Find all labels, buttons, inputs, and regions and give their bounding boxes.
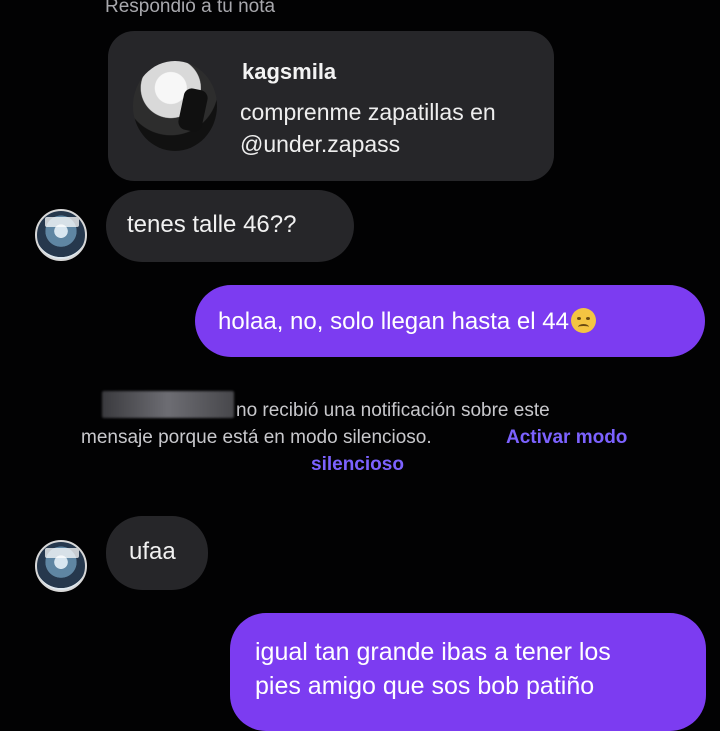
disappointed-face-icon	[570, 308, 596, 333]
activate-silent-mode-link[interactable]: Activar modo	[506, 427, 627, 449]
redacted-username	[102, 391, 234, 418]
outgoing-message-2-line-1: igual tan grande ibas a tener los	[255, 638, 611, 666]
outgoing-message-2[interactable]: igual tan grande ibas a tener los pies a…	[230, 613, 706, 731]
reply-to-note-label: Respondió a tu nota	[105, 0, 276, 17]
silent-notification-text-line-1: no recibió una notificación sobre este	[236, 400, 550, 421]
note-text: comprenme zapatillas en @under.zapass	[240, 96, 540, 160]
activate-silent-mode-link-continued[interactable]: silencioso	[311, 454, 404, 476]
outgoing-message-2-line-2: pies amigo que sos bob patiño	[255, 672, 595, 700]
note-text-line-1: comprenme zapatillas en	[240, 99, 496, 125]
silent-notification-text-line-2: mensaje porque está en modo silencioso.	[81, 427, 432, 448]
outgoing-message-1-text: holaa, no, solo llegan hasta el 44	[218, 308, 569, 335]
contact-avatar[interactable]	[35, 540, 87, 592]
note-username[interactable]: kagsmila	[242, 59, 336, 85]
outgoing-message-1[interactable]: holaa, no, solo llegan hasta el 44	[195, 285, 705, 357]
incoming-message-1[interactable]: tenes talle 46??	[106, 190, 354, 262]
contact-avatar[interactable]	[35, 209, 87, 261]
incoming-message-2[interactable]: ufaa	[106, 516, 208, 590]
note-text-line-2[interactable]: @under.zapass	[240, 128, 540, 160]
note-author-avatar[interactable]	[133, 61, 217, 151]
